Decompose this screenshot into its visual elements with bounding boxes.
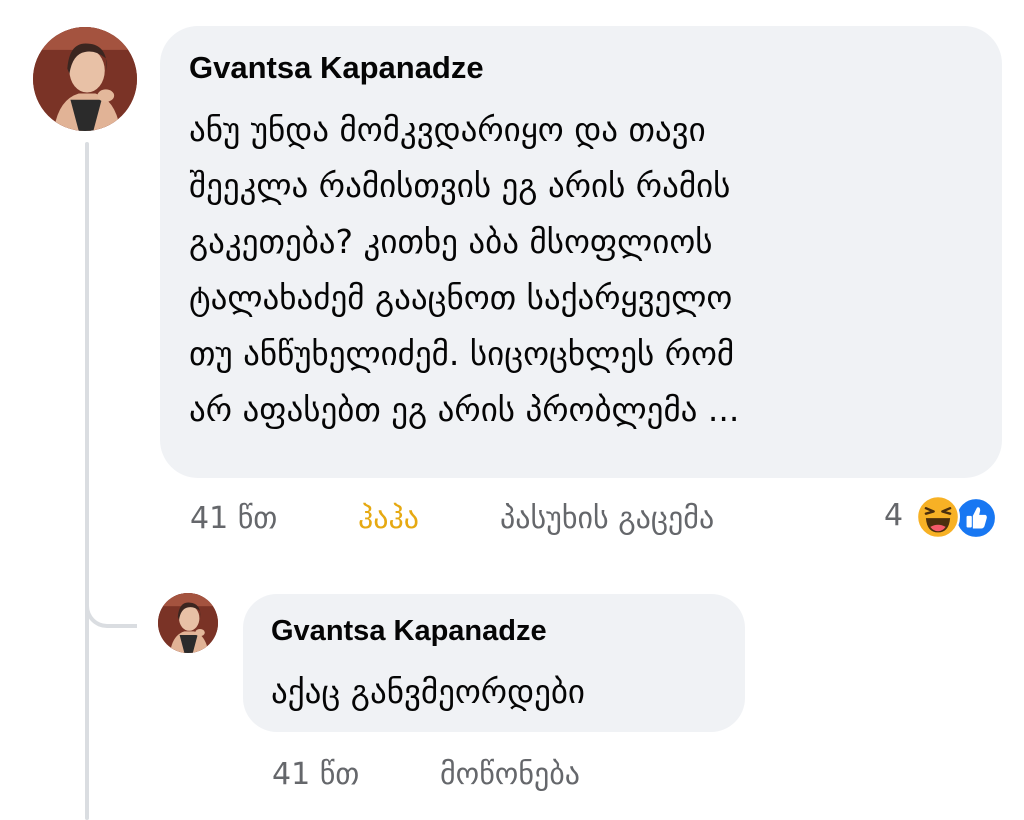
like-button[interactable]: მოწონება	[440, 757, 580, 792]
reply-profile-photo-icon	[158, 593, 218, 653]
react-button[interactable]: ჰაჰა	[358, 501, 419, 536]
reply-avatar[interactable]	[158, 593, 218, 653]
thread-connector-curve	[85, 582, 137, 628]
thread-connector-line	[85, 142, 89, 820]
reaction-count[interactable]: 4	[884, 498, 903, 533]
haha-emoji-icon[interactable]	[916, 495, 960, 539]
reply-author-name[interactable]: Gvantsa Kapanadze	[271, 615, 547, 648]
reply-text: აქაც განვმეორდები	[271, 672, 585, 711]
reply-timestamp[interactable]: 41 წთ	[272, 757, 359, 792]
like-emoji-icon[interactable]	[955, 497, 997, 539]
avatar[interactable]	[33, 27, 137, 131]
profile-photo-icon	[33, 27, 137, 131]
reply-button[interactable]: პასუხის გაცემა	[500, 501, 714, 536]
comment-text: ანუ უნდა მომკვდარიყო და თავი შეეკლა რამი…	[189, 110, 740, 429]
comment-author-name[interactable]: Gvantsa Kapanadze	[189, 50, 484, 86]
comment-timestamp[interactable]: 41 წთ	[190, 501, 277, 536]
